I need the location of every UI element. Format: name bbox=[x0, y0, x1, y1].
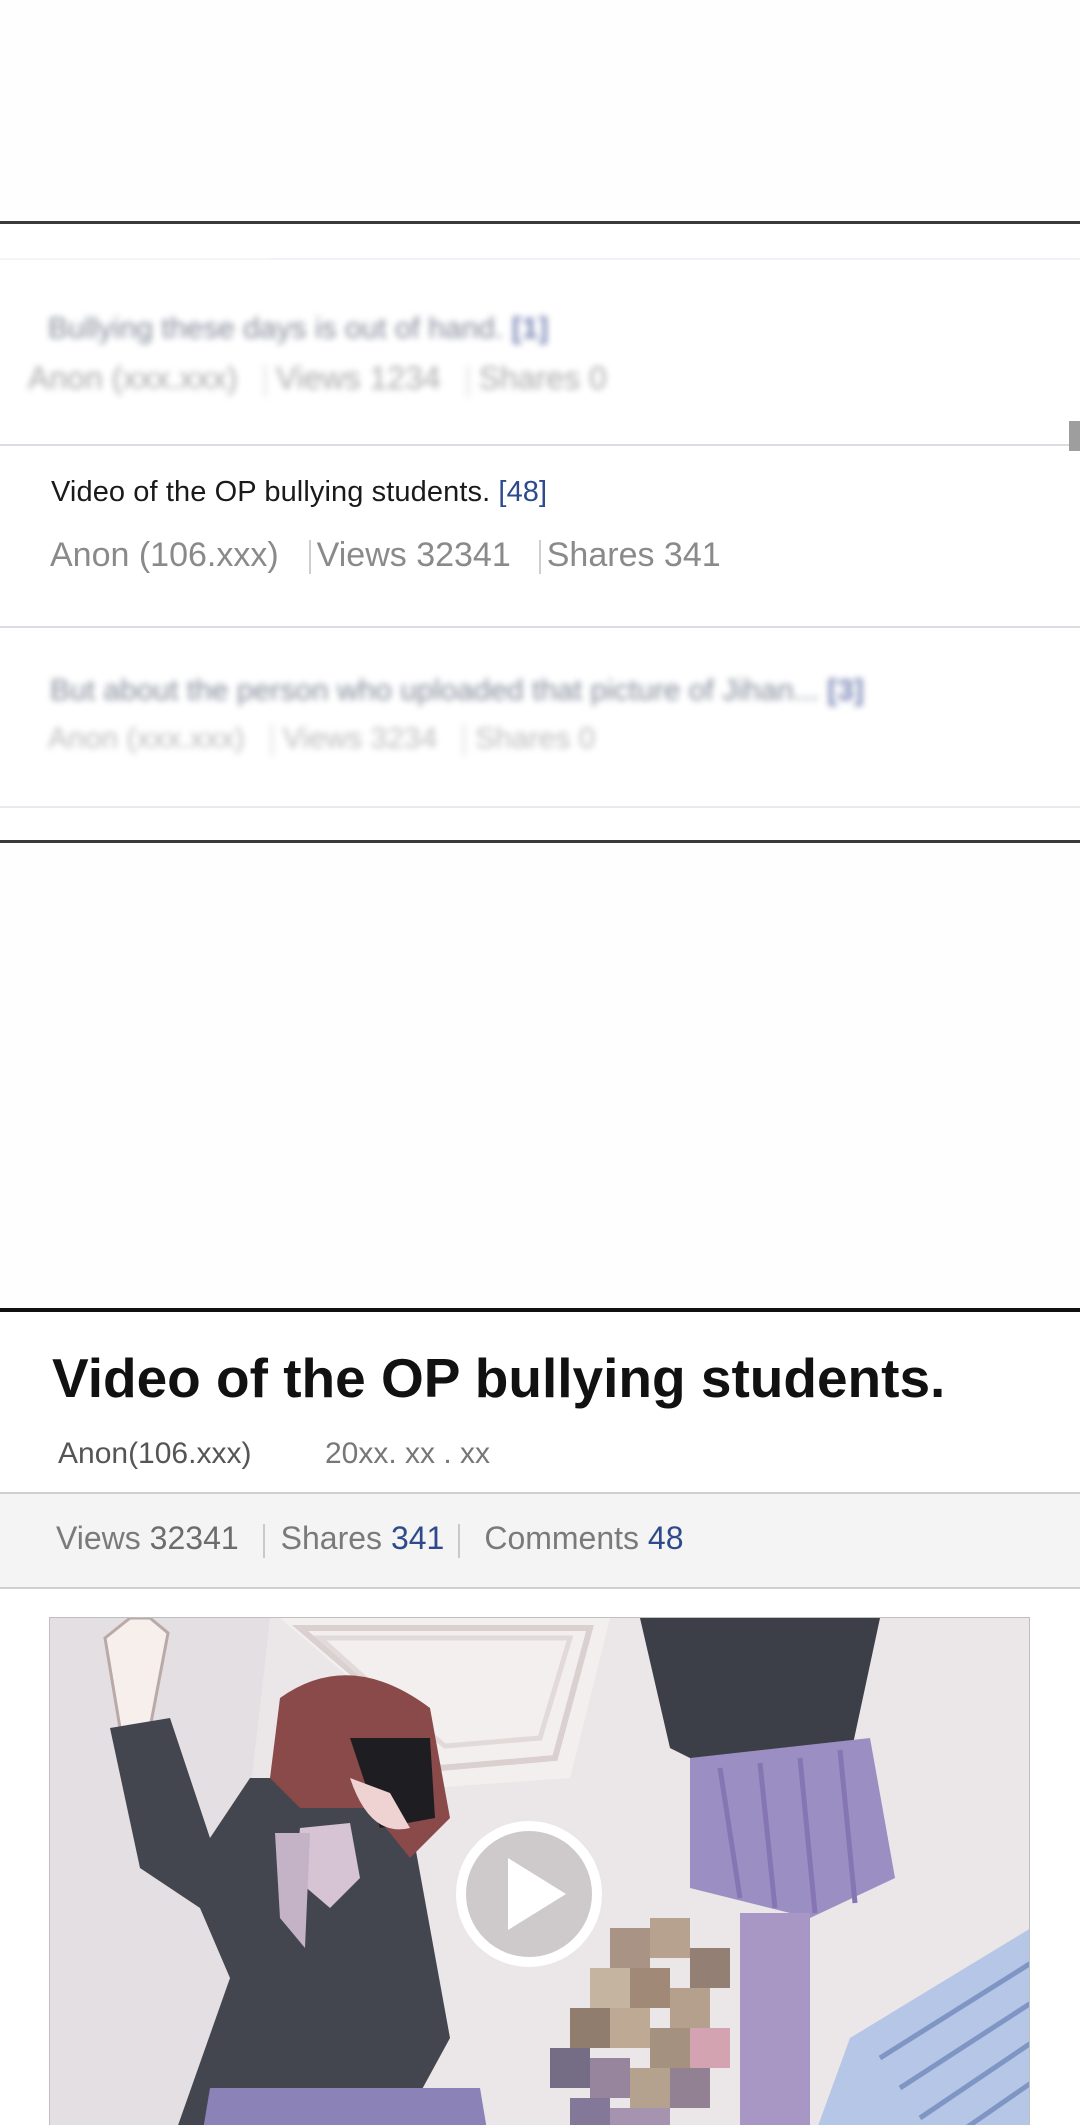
video-player[interactable] bbox=[49, 1617, 1030, 2125]
list-tab-indicator bbox=[0, 258, 270, 260]
post-detail-panel: Video of the OP bullying students. Anon(… bbox=[0, 1308, 1080, 2125]
row-divider bbox=[0, 806, 1080, 808]
post-row-title: But about the person who uploaded that p… bbox=[50, 674, 864, 707]
post-list-panel: Bullying these days is out of hand. [1] … bbox=[0, 221, 1080, 843]
comments-count[interactable]: 48 bbox=[648, 1520, 684, 1556]
post-row-meta: Anon (106.xxx) Views 32341 Shares 341 bbox=[50, 536, 721, 575]
views-count: 32341 bbox=[149, 1520, 239, 1556]
comments-label[interactable]: Comments bbox=[484, 1520, 639, 1556]
play-icon bbox=[456, 1821, 602, 1967]
post-row-blurred-top[interactable]: Bullying these days is out of hand. [1] … bbox=[0, 304, 1080, 404]
post-row-title: Video of the OP bullying students. [48] bbox=[51, 476, 548, 508]
post-row-meta: Anon (xxx.xxx) Views 1234 Shares 0 bbox=[28, 360, 607, 397]
post-row-title: Bullying these days is out of hand. [1] bbox=[48, 312, 549, 345]
post-author[interactable]: Anon(106.xxx) bbox=[58, 1437, 251, 1471]
video-thumbnail bbox=[50, 1618, 1029, 2125]
row-divider bbox=[0, 626, 1080, 628]
post-row-meta: Anon (xxx.xxx) Views 3234 Shares 0 bbox=[48, 722, 596, 757]
post-stats: Views 32341 Shares 341 Comments 48 bbox=[56, 1520, 684, 1558]
post-row-blurred-bottom[interactable]: But about the person who uploaded that p… bbox=[0, 664, 1080, 774]
post-row-highlighted[interactable]: Video of the OP bullying students. [48] … bbox=[0, 446, 1080, 626]
post-stats-bar: Views 32341 Shares 341 Comments 48 bbox=[0, 1492, 1080, 1589]
shares-label: Shares bbox=[280, 1520, 383, 1556]
views-label: Views bbox=[56, 1520, 141, 1556]
post-date: 20xx. xx . xx bbox=[325, 1437, 491, 1470]
post-title: Video of the OP bullying students. bbox=[52, 1347, 946, 1409]
shares-count: 341 bbox=[390, 1520, 445, 1556]
